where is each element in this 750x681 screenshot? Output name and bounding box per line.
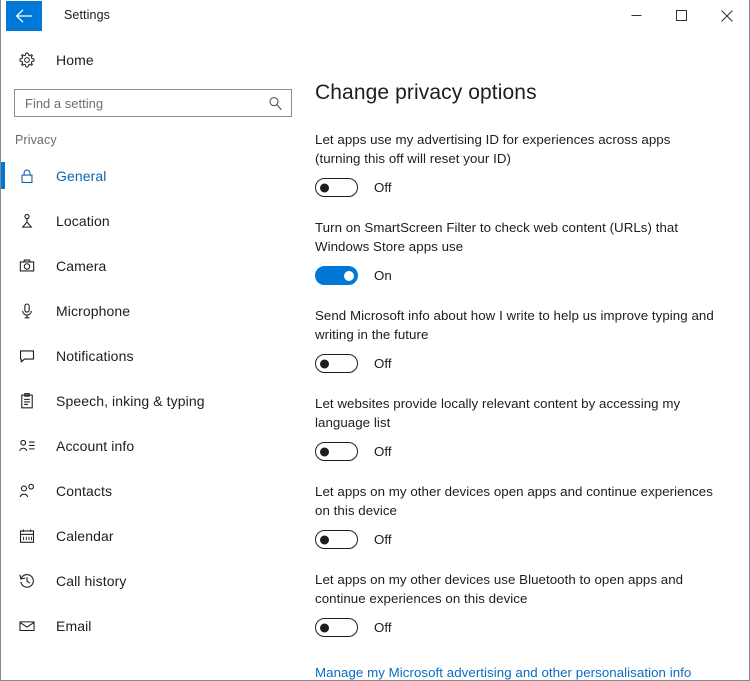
sidebar-item-label: Notifications (56, 347, 134, 364)
minimize-icon (631, 15, 642, 16)
setting-description: Turn on SmartScreen Filter to check web … (315, 220, 679, 254)
toggle-knob (344, 270, 354, 281)
person-list-icon (17, 436, 37, 456)
sidebar-item-general[interactable]: General (1, 153, 309, 198)
search-icon[interactable] (267, 95, 283, 111)
sidebar-nav-list: General Location Camera Microphone Notif… (1, 153, 309, 648)
title-bar: Settings (1, 0, 749, 33)
sidebar-group-header: Privacy (15, 133, 57, 147)
toggle-cross-device-apps[interactable] (315, 530, 358, 549)
setting-toggle-row: Off (315, 530, 725, 549)
close-icon (720, 9, 733, 22)
toggle-knob (320, 183, 329, 192)
sidebar-item-contacts[interactable]: Contacts (1, 468, 309, 513)
setting-description: Let apps on my other devices use Bluetoo… (315, 572, 684, 606)
location-pin-icon (17, 211, 37, 231)
close-button[interactable] (704, 0, 749, 31)
setting-smartscreen-filter: Turn on SmartScreen Filter to check web … (315, 219, 725, 285)
toggle-knob (320, 623, 329, 632)
speech-bubble-icon (17, 346, 37, 366)
setting-toggle-row: On (315, 266, 725, 285)
camera-icon (17, 256, 37, 276)
search-input[interactable] (15, 90, 291, 116)
sidebar-item-label: Location (56, 212, 110, 229)
page-title: Change privacy options (315, 81, 537, 104)
sidebar-item-label: Email (56, 617, 92, 634)
setting-description: Let websites provide locally relevant co… (315, 396, 681, 430)
toggle-language-list[interactable] (315, 442, 358, 461)
toggle-state-label: Off (374, 444, 392, 459)
sidebar-item-label: Microphone (56, 302, 131, 319)
toggle-knob (320, 535, 329, 544)
setting-description: Send Microsoft info about how I write to… (315, 308, 714, 342)
toggle-knob (320, 447, 329, 456)
setting-language-list: Let websites provide locally relevant co… (315, 395, 725, 461)
sidebar: Home Privacy (1, 33, 309, 680)
setting-advertising-id: Let apps use my advertising ID for exper… (315, 131, 725, 197)
minimize-button[interactable] (614, 0, 659, 31)
settings-window: Settings Home Find a setting Privacy Gen… (0, 0, 750, 681)
setting-toggle-row: Off (315, 442, 725, 461)
sidebar-item-email[interactable]: Email (1, 603, 309, 648)
calendar-icon (17, 526, 37, 546)
toggle-state-label: Off (374, 532, 392, 547)
search-box[interactable] (14, 89, 292, 117)
person-contact-icon (17, 481, 37, 501)
clipboard-icon (17, 391, 37, 411)
main-content: Change privacy options Let apps use my a… (309, 33, 749, 680)
back-button[interactable] (6, 1, 42, 31)
microphone-icon (17, 301, 37, 321)
sidebar-item-label: Speech, inking & typing (56, 392, 205, 409)
setting-typing-info: Send Microsoft info about how I write to… (315, 307, 725, 373)
sidebar-home-label: Home (56, 52, 94, 68)
setting-toggle-row: Off (315, 618, 725, 637)
back-arrow-icon (15, 9, 33, 23)
toggle-state-label: On (374, 268, 392, 283)
toggle-smartscreen-filter[interactable] (315, 266, 358, 285)
setting-cross-device-apps: Let apps on my other devices open apps a… (315, 483, 725, 549)
clock-history-icon (17, 571, 37, 591)
maximize-icon (676, 10, 687, 21)
sidebar-item-label: Camera (56, 257, 107, 274)
sidebar-item-account-info[interactable]: Account info (1, 423, 309, 468)
toggle-advertising-id[interactable] (315, 178, 358, 197)
setting-toggle-row: Off (315, 354, 725, 373)
toggle-typing-info[interactable] (315, 354, 358, 373)
toggle-state-label: Off (374, 620, 392, 635)
sidebar-item-home[interactable]: Home (1, 43, 309, 77)
toggle-knob (320, 359, 329, 368)
sidebar-item-label: Call history (56, 572, 127, 589)
setting-description: Let apps use my advertising ID for exper… (315, 132, 671, 166)
sidebar-item-location[interactable]: Location (1, 198, 309, 243)
gear-icon (17, 50, 37, 70)
sidebar-item-calendar[interactable]: Calendar (1, 513, 309, 558)
sidebar-item-camera[interactable]: Camera (1, 243, 309, 288)
setting-cross-device-bluetooth: Let apps on my other devices use Bluetoo… (315, 571, 725, 637)
envelope-icon (17, 616, 37, 636)
lock-icon (17, 166, 37, 186)
sidebar-item-label: Account info (56, 437, 135, 454)
window-body: Home Privacy (1, 33, 749, 680)
sidebar-item-label: Contacts (56, 482, 113, 499)
sidebar-item-call-history[interactable]: Call history (1, 558, 309, 603)
sidebar-item-microphone[interactable]: Microphone (1, 288, 309, 333)
toggle-state-label: Off (374, 356, 392, 371)
toggle-state-label: Off (374, 180, 392, 195)
setting-toggle-row: Off (315, 178, 725, 197)
window-controls (614, 0, 749, 31)
window-title: Settings (64, 8, 110, 22)
link-manage-advertising-info[interactable]: Manage my Microsoft advertising and othe… (315, 665, 725, 680)
sidebar-item-label: Calendar (56, 527, 114, 544)
maximize-button[interactable] (659, 0, 704, 31)
sidebar-item-notifications[interactable]: Notifications (1, 333, 309, 378)
sidebar-item-speech-inking-typing[interactable]: Speech, inking & typing (1, 378, 309, 423)
setting-description: Let apps on my other devices open apps a… (315, 484, 713, 518)
sidebar-item-label: General (56, 167, 107, 184)
toggle-cross-device-bluetooth[interactable] (315, 618, 358, 637)
